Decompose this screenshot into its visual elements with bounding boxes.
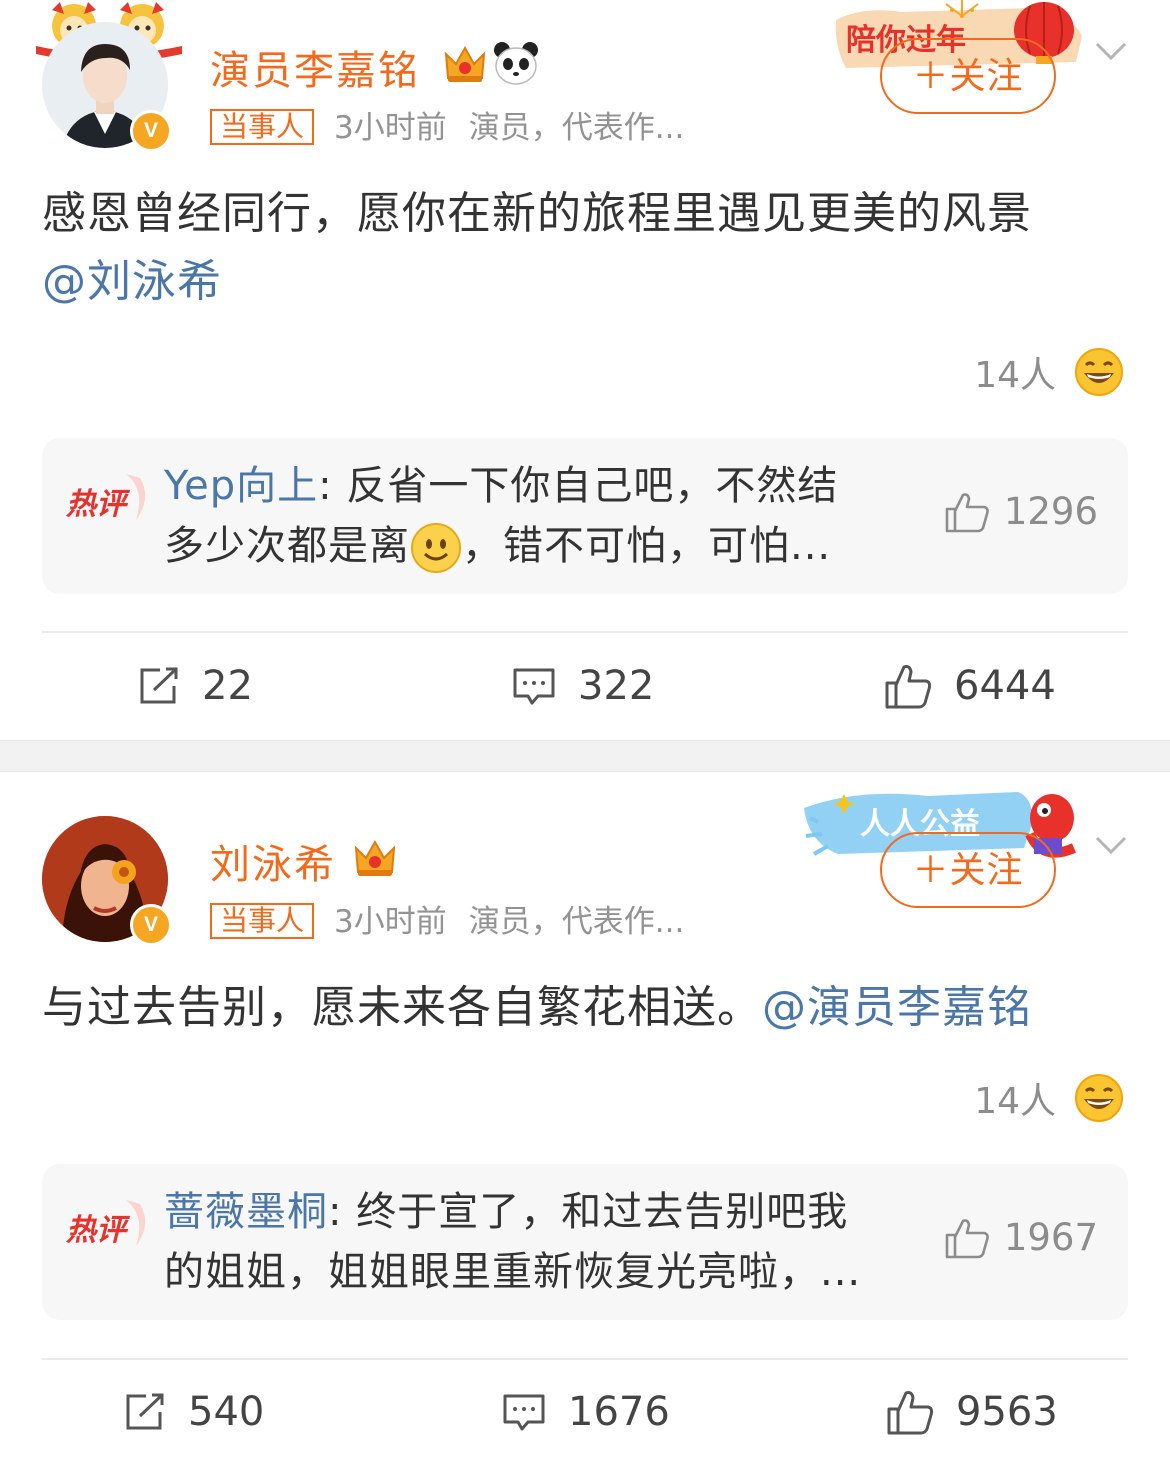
like-button[interactable]: 6444: [884, 646, 1056, 726]
post-separator: [0, 740, 1170, 772]
reaction-count: 14人: [974, 355, 1056, 396]
post-content: 与过去告别，愿未来各自繁花相送。: [42, 982, 762, 1033]
repost-button[interactable]: 22: [138, 646, 253, 726]
mention-link[interactable]: @演员李嘉铭: [762, 982, 1032, 1033]
author-bio: 演员，代表作...: [468, 904, 685, 940]
comment-button[interactable]: 322: [512, 646, 654, 726]
comment-icon: [503, 1394, 545, 1431]
weibo-post: V 演员李嘉铭 当事人 3小时前 演员，代表作... 陪你过年 ＋关注 感恩曾经同行…: [0, 0, 1170, 740]
action-bar: 540 1676 9563: [0, 1372, 1170, 1452]
involved-party-tag: 当事人: [210, 109, 315, 145]
like-count: 9563: [956, 1389, 1058, 1435]
thumbs-up-icon: [887, 1391, 934, 1435]
hot-comment-user[interactable]: Yep向上: [164, 463, 318, 509]
post-time: 3小时前: [334, 904, 447, 940]
repost-icon: [140, 667, 178, 704]
hot-comment-like[interactable]: 1296: [944, 490, 1098, 533]
laughing-emoji-icon: [1075, 1074, 1123, 1122]
post-text: 与过去告别，愿未来各自繁花相送。@演员李嘉铭: [42, 974, 1132, 1042]
repost-button[interactable]: 540: [124, 1372, 264, 1452]
reaction-summary[interactable]: 14人: [974, 1072, 1124, 1124]
author-bio: 演员，代表作...: [468, 110, 685, 146]
chevron-down-icon[interactable]: [1094, 828, 1128, 862]
post-content: 感恩曾经同行，愿你在新的旅程里遇见更美的风景: [42, 188, 1032, 239]
comment-icon: [513, 668, 555, 705]
hot-comment-badge-icon: 热评: [66, 474, 146, 522]
hot-comment-like-count: 1967: [1003, 1216, 1098, 1259]
smile-emoji-icon: [411, 523, 461, 573]
mention-link[interactable]: @刘泳希: [42, 256, 222, 307]
repost-count: 22: [202, 663, 253, 709]
repost-icon: [126, 1393, 164, 1430]
hot-comment-line2b: ，错不可怕，可怕...: [462, 523, 832, 569]
hot-comment[interactable]: 热评 蔷薇墨桐: 终于宣了，和过去告别吧我 的姐姐，姐姐眼里重新恢复光亮啦，..…: [42, 1164, 1128, 1320]
post-meta: 当事人 3小时前 演员，代表作...: [210, 896, 684, 941]
follow-button[interactable]: ＋关注: [880, 38, 1056, 114]
hot-comment-like[interactable]: 1967: [944, 1216, 1098, 1259]
divider: [42, 1358, 1128, 1360]
hot-comment-line1: 反省一下你自己吧，不然结: [346, 463, 839, 509]
thumbs-up-icon: [885, 665, 932, 709]
verified-badge-icon: V: [130, 110, 172, 152]
follow-button[interactable]: ＋关注: [880, 832, 1056, 908]
author-name[interactable]: 演员李嘉铭: [210, 38, 420, 96]
comment-count: 1676: [568, 1389, 670, 1435]
involved-party-tag: 当事人: [210, 903, 315, 939]
comment-count: 322: [578, 663, 655, 709]
crown-icon: [354, 839, 396, 876]
laughing-emoji-icon: [1075, 348, 1123, 396]
repost-count: 540: [188, 1389, 265, 1435]
thumbs-up-icon: [945, 1218, 989, 1258]
comment-button[interactable]: 1676: [502, 1372, 670, 1452]
verified-badge-icon: V: [130, 904, 172, 946]
hot-comment-user[interactable]: 蔷薇墨桐: [164, 1189, 328, 1235]
crown-icon: [444, 45, 486, 82]
post-text: 感恩曾经同行，愿你在新的旅程里遇见更美的风景 @刘泳希: [42, 180, 1132, 316]
hot-comment-badge-icon: 热评: [66, 1200, 146, 1248]
hot-comment-text: 蔷薇墨桐: 终于宣了，和过去告别吧我 的姐姐，姐姐眼里重新恢复光亮啦，...: [164, 1189, 862, 1295]
thumbs-up-icon: [945, 492, 989, 532]
hot-badge-text: 热评: [66, 1213, 131, 1248]
hot-comment-text: Yep向上: 反省一下你自己吧，不然结 多少次都是离 ，错不可怕，可怕...: [164, 456, 904, 576]
post-time: 3小时前: [334, 110, 447, 146]
hot-comment-like-count: 1296: [1003, 490, 1098, 533]
action-bar: 22 322 6444: [0, 646, 1170, 726]
hot-comment-line1: 终于宣了，和过去告别吧我: [356, 1189, 849, 1235]
like-count: 6444: [954, 663, 1056, 709]
weibo-post: V 刘泳希 当事人 3小时前 演员，代表作... 人人公益 ＋关注 与过去告别，愿未…: [0, 772, 1170, 1458]
chevron-down-icon[interactable]: [1094, 34, 1128, 68]
post-meta: 当事人 3小时前 演员，代表作...: [210, 102, 684, 147]
panda-icon: [494, 42, 538, 85]
like-button[interactable]: 9563: [886, 1372, 1058, 1452]
hot-comment-line2: 的姐姐，姐姐眼里重新恢复光亮啦，...: [164, 1249, 862, 1295]
hot-comment-line2a: 多少次都是离: [164, 523, 410, 569]
divider: [42, 631, 1128, 633]
reaction-count: 14人: [974, 1081, 1056, 1122]
author-name[interactable]: 刘泳希: [210, 832, 336, 890]
hot-comment[interactable]: 热评 Yep向上: 反省一下你自己吧，不然结 多少次都是离 ，错不可怕，可怕...…: [42, 438, 1128, 594]
reaction-summary[interactable]: 14人: [974, 346, 1124, 398]
hot-badge-text: 热评: [66, 487, 131, 522]
